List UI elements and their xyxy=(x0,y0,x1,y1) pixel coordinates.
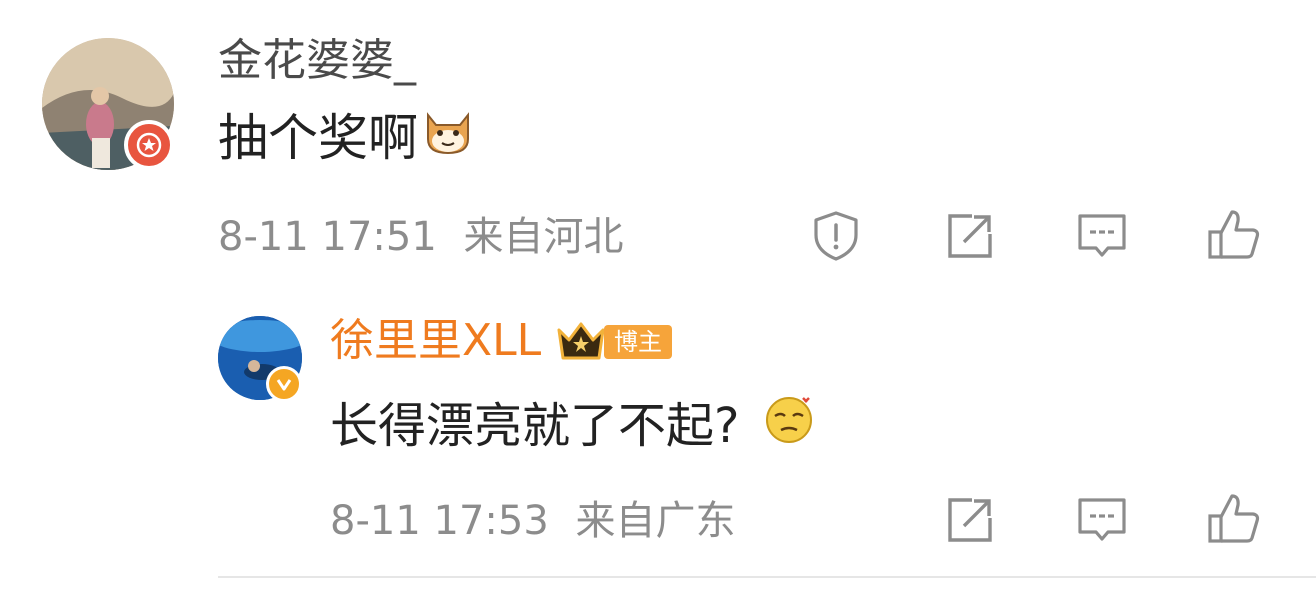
role-badge: 博主 xyxy=(604,325,672,359)
comment-text-row: 抽个奖啊 xyxy=(218,106,474,170)
thumbs-up-icon[interactable] xyxy=(1206,206,1262,262)
reply-username[interactable]: 徐里里XLL xyxy=(330,312,541,370)
share-icon[interactable] xyxy=(942,208,998,264)
reply-text: 长得漂亮就了不起? xyxy=(330,397,740,454)
thumbs-up-icon[interactable] xyxy=(1206,490,1262,546)
member-badge-icon xyxy=(124,120,174,170)
reply-text-row: 长得漂亮就了不起? xyxy=(330,392,815,459)
reply-meta: 8-11 17:53 来自广东 xyxy=(330,494,736,548)
smug-face-emoji-icon xyxy=(763,392,815,459)
comment-icon[interactable] xyxy=(1074,208,1130,264)
reply-location: 来自广东 xyxy=(575,498,736,544)
reply-time: 8-11 17:53 xyxy=(330,498,549,544)
divider xyxy=(218,576,1316,578)
comment-icon[interactable] xyxy=(1074,492,1130,548)
comment-location: 来自河北 xyxy=(463,214,624,260)
verified-badge-icon xyxy=(266,366,302,402)
comment-text: 抽个奖啊 xyxy=(218,109,418,167)
share-icon[interactable] xyxy=(942,492,998,548)
comment-time: 8-11 17:51 xyxy=(218,214,437,260)
crown-icon xyxy=(555,320,607,362)
comment-meta: 8-11 17:51 来自河北 xyxy=(218,210,624,264)
comment-username[interactable]: 金花婆婆_ xyxy=(218,32,416,90)
cat-emoji-icon xyxy=(422,106,474,170)
report-icon[interactable] xyxy=(808,208,864,264)
